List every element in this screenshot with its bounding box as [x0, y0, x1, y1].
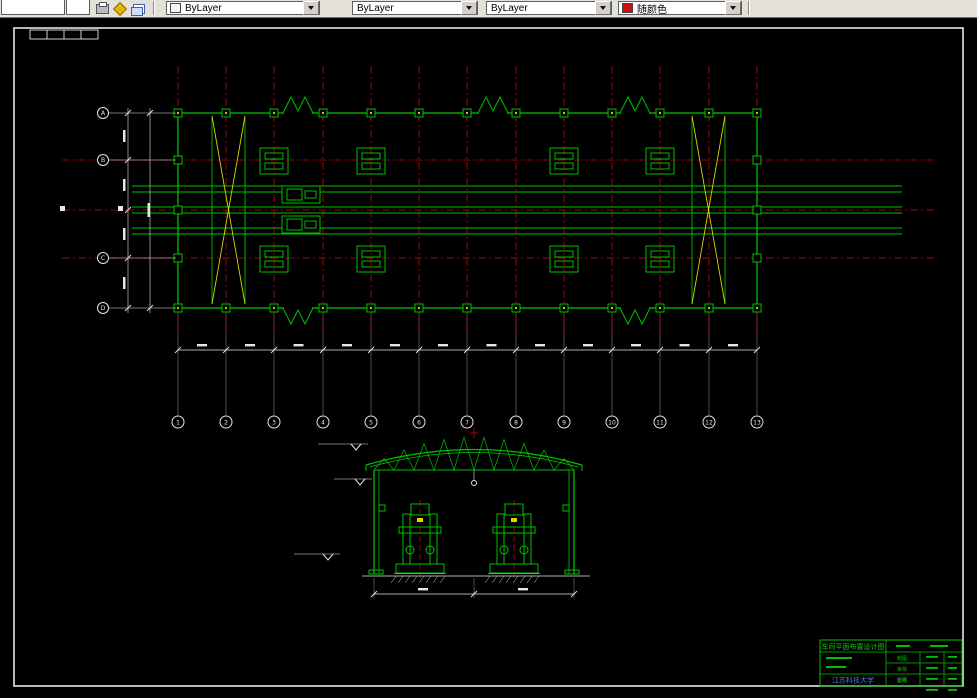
chevron-down-icon [730, 6, 736, 10]
layers-glyph [131, 3, 145, 16]
col-grid-bubble-label: 9 [562, 419, 566, 426]
section-view [294, 428, 590, 598]
object-properties-toolbar: ByLayer ByLayer ByLayer 随颜色 [0, 0, 977, 18]
col-grid-bubble-label: 4 [321, 419, 325, 426]
cropped-button[interactable] [66, 0, 90, 15]
sheet-border [13, 27, 964, 687]
color-combo[interactable]: ByLayer [166, 1, 320, 15]
chevron-down-icon [308, 6, 314, 10]
drawing-title: 车间平面布置设计图 [822, 642, 885, 651]
col-grid-bubble-label: 10 [608, 419, 616, 426]
plotstyle-combo-dropdown-button[interactable] [725, 1, 741, 15]
make-layer-current-icon[interactable] [112, 1, 128, 16]
drawing-canvas[interactable]: ABCD1 2 3 4 5 6 7 8 9 10 11 12 13制图审核比例图号车间平面布置设计图江苏… [0, 0, 977, 698]
row-grid-bubble-label: C [101, 255, 105, 262]
printer-glyph [95, 1, 109, 14]
title-block-field-label: 图号 [897, 678, 907, 684]
col-grid-bubble-label: 8 [514, 419, 518, 426]
toolbar-separator [153, 1, 155, 15]
color-combo-value: ByLayer [185, 2, 222, 14]
lineweight-combo[interactable]: ByLayer [486, 1, 612, 15]
col-grid-bubble-label: 7 [465, 419, 469, 426]
col-grid-bubble-label: 1 [176, 419, 180, 426]
linetype-combo-value: ByLayer [357, 2, 394, 14]
chevron-down-icon [466, 6, 472, 10]
col-grid-bubble-label: 12 [705, 419, 713, 426]
plan-view: ABCD1 2 3 4 5 6 7 8 9 10 11 12 13 [60, 66, 938, 429]
printer-icon[interactable] [94, 1, 110, 16]
organization-name: 江苏科技大学 [832, 676, 874, 685]
lineweight-combo-value: ByLayer [491, 2, 528, 14]
col-grid-bubble-label: 5 [369, 419, 373, 426]
col-grid-bubble-label: 3 [272, 419, 276, 426]
col-grid-bubble-label: 6 [417, 419, 421, 426]
plotstyle-combo[interactable]: 随颜色 [618, 1, 742, 16]
row-grid-bubble-label: D [101, 305, 106, 312]
row-grid-bubble-label: B [101, 157, 105, 164]
col-grid-bubble-label: 13 [753, 419, 761, 426]
color-combo-dropdown-button[interactable] [303, 1, 319, 15]
lineweight-combo-dropdown-button[interactable] [595, 1, 611, 15]
title-block: 制图审核比例图号车间平面布置设计图江苏科技大学 [819, 639, 963, 691]
col-grid-bubble-label: 2 [224, 419, 228, 426]
diamond-glyph [112, 1, 128, 16]
plotstyle-swatch [622, 3, 633, 13]
chevron-down-icon [600, 6, 606, 10]
title-block-field-label: 审核 [897, 666, 907, 673]
toolbar-separator [748, 1, 750, 15]
col-grid-bubble-label: 11 [656, 419, 664, 426]
plotstyle-combo-value: 随颜色 [637, 4, 667, 16]
title-block-field-label: 制图 [897, 655, 907, 662]
linetype-combo-dropdown-button[interactable] [461, 1, 477, 15]
layers-icon[interactable] [131, 1, 147, 16]
cad-application-window: ByLayer ByLayer ByLayer 随颜色 ABCD12345678… [0, 0, 977, 698]
color-swatch [170, 3, 181, 13]
cropped-combo-left[interactable] [1, 0, 65, 15]
linetype-combo[interactable]: ByLayer [352, 1, 478, 15]
